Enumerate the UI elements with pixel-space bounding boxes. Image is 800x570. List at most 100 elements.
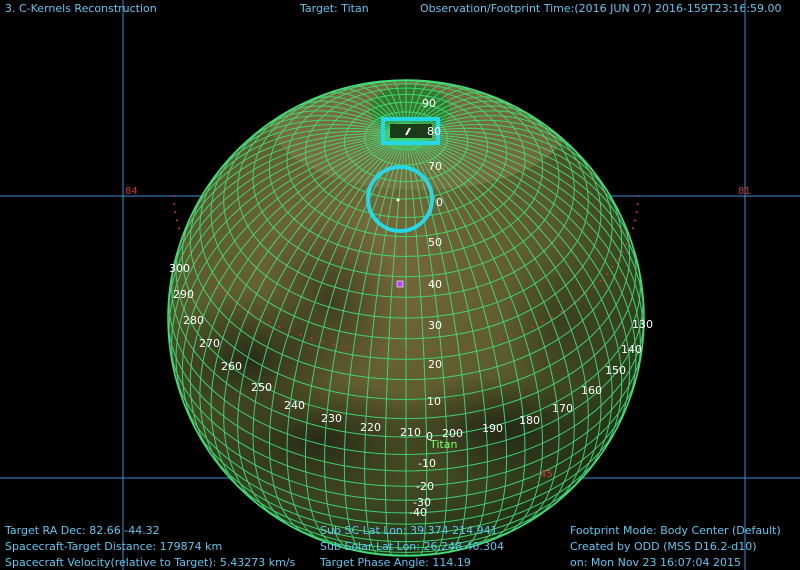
sub-solar-lat-lon: Sub Solar Lat Lon: 26.248 40.304 bbox=[320, 540, 504, 553]
limb-dot bbox=[188, 250, 191, 253]
limb-dot bbox=[321, 340, 324, 343]
limb-dot bbox=[184, 243, 187, 246]
limb-dot bbox=[625, 243, 628, 246]
created-by: Created by ODD (MSS D16.2-d10) bbox=[570, 540, 757, 553]
lat-label: -10 bbox=[418, 457, 436, 470]
limb-dot bbox=[560, 310, 563, 313]
limb-dot bbox=[249, 310, 252, 313]
lat-label: -40 bbox=[409, 506, 427, 519]
lon-label: 290 bbox=[173, 288, 194, 301]
limb-dot bbox=[429, 350, 432, 353]
limb-dot bbox=[611, 265, 614, 268]
limb-dot bbox=[289, 330, 291, 333]
limb-dot bbox=[577, 299, 580, 302]
lon-label: 300 bbox=[169, 262, 190, 275]
lon-label: 240 bbox=[284, 399, 305, 412]
limb-dot bbox=[616, 258, 619, 261]
lon-label: 150 bbox=[605, 364, 626, 377]
limb-dot bbox=[634, 219, 637, 222]
limb-dot bbox=[499, 337, 502, 340]
spacecraft-target-distance: Spacecraft-Target Distance: 179874 km bbox=[5, 540, 223, 553]
lat-label: 50 bbox=[428, 236, 442, 249]
limb-dot bbox=[629, 235, 632, 238]
lon-label: 180 bbox=[519, 414, 540, 427]
limb-dot bbox=[175, 219, 178, 222]
limb-dot bbox=[476, 343, 479, 346]
lat-label: 40 bbox=[428, 278, 442, 291]
lat-label: 30 bbox=[428, 319, 442, 332]
limb-dot bbox=[605, 273, 608, 275]
limb-dot bbox=[268, 321, 271, 324]
limb-dot bbox=[232, 299, 235, 302]
lon-label: 140 bbox=[621, 343, 642, 356]
created-on: on: Mon Nov 23 16:07:04 2015 bbox=[570, 556, 741, 569]
limb-dot bbox=[310, 337, 313, 340]
lon-label: 230 bbox=[321, 412, 342, 425]
limb-dot bbox=[173, 195, 175, 197]
frame-label-81: 81 bbox=[738, 186, 751, 197]
limb-dot bbox=[631, 227, 634, 230]
spacecraft-velocity: Spacecraft Velocity(relative to Target):… bbox=[5, 556, 296, 569]
lon-label: 270 bbox=[199, 337, 220, 350]
lat-label: 0 bbox=[436, 196, 443, 209]
limb-dot bbox=[180, 235, 183, 238]
lon-label: 250 bbox=[251, 381, 272, 394]
limb-dot bbox=[541, 321, 544, 324]
limb-dot bbox=[333, 343, 336, 346]
lon-label: 160 bbox=[581, 384, 602, 397]
limb-dot bbox=[453, 347, 456, 350]
limb-dot bbox=[174, 211, 177, 214]
target-ra-dec: Target RA Dec: 82.66 -44.32 bbox=[5, 524, 160, 537]
lat-label: 10 bbox=[427, 395, 441, 408]
limb-dot bbox=[278, 325, 281, 328]
limb-dot bbox=[551, 316, 553, 319]
lon-label: 130 bbox=[632, 318, 653, 331]
lon-label: 210 bbox=[400, 426, 421, 439]
limb-dot bbox=[380, 350, 383, 353]
limb-dot bbox=[592, 286, 595, 289]
limb-dot bbox=[569, 305, 571, 308]
limb-dot bbox=[368, 349, 371, 352]
limb-dot bbox=[635, 211, 638, 214]
lon-label: 190 bbox=[482, 422, 503, 435]
limb-dot bbox=[217, 286, 220, 289]
footprint-mode: Footprint Mode: Body Center (Default) bbox=[570, 524, 781, 537]
limb-dot bbox=[599, 280, 602, 282]
limb-dot bbox=[405, 351, 407, 353]
limb-dot bbox=[241, 305, 243, 308]
limb-dot bbox=[637, 195, 639, 197]
limb-dot bbox=[198, 265, 201, 268]
limb-dot bbox=[510, 334, 513, 336]
lat-label: 20 bbox=[428, 358, 442, 371]
lon-label: 220 bbox=[360, 421, 381, 434]
limb-dot bbox=[178, 227, 181, 230]
limb-dot bbox=[392, 350, 395, 353]
lon-label: 260 bbox=[221, 360, 242, 373]
lon-label: 280 bbox=[183, 314, 204, 327]
limb-dot bbox=[299, 334, 302, 336]
limb-dot bbox=[531, 325, 534, 328]
lat-label: -20 bbox=[416, 480, 434, 493]
limb-dot bbox=[210, 280, 213, 282]
titan-globe-view: 90 80 70 0 50 40 30 20 10 0 -10 -20 -30 … bbox=[0, 0, 800, 570]
limb-dot bbox=[521, 330, 523, 333]
limb-dot bbox=[621, 250, 624, 253]
frame-label-45: 45 bbox=[540, 469, 553, 480]
limb-dot bbox=[173, 203, 176, 206]
lat-label: 70 bbox=[428, 160, 442, 173]
limb-dot bbox=[585, 293, 588, 296]
limb-dot bbox=[488, 340, 491, 343]
limb-dot bbox=[204, 273, 207, 275]
limb-dot bbox=[441, 349, 444, 352]
limb-dot bbox=[345, 345, 347, 348]
limb-dot bbox=[259, 316, 261, 319]
limb-dot bbox=[224, 293, 227, 296]
lat-label: 90 bbox=[422, 97, 436, 110]
frame-label-84: 84 bbox=[125, 186, 138, 197]
limb-dot bbox=[356, 347, 359, 350]
limb-dot bbox=[636, 203, 639, 206]
target-phase-angle: Target Phase Angle: 114.19 bbox=[320, 556, 471, 569]
sub-sc-lat-lon: Sub SC Lat Lon: 39.374 214.941 bbox=[320, 524, 498, 537]
lat-label: 80 bbox=[427, 125, 441, 138]
sub-spacecraft-marker bbox=[396, 280, 404, 288]
